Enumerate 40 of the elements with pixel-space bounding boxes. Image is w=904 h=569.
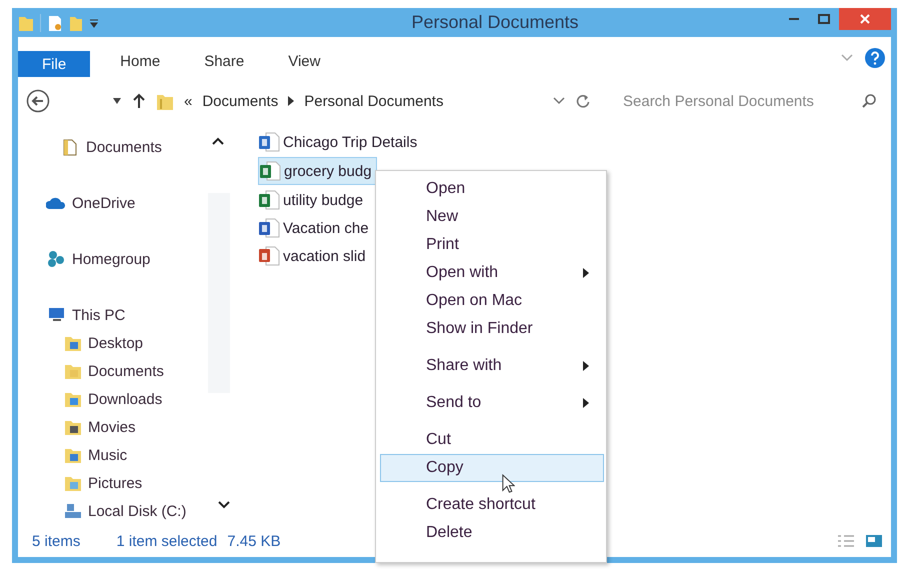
selection-count: 1 item selected: [116, 532, 218, 550]
breadcrumb[interactable]: Documents: [202, 92, 278, 110]
nav-item[interactable]: Documents: [60, 133, 246, 161]
menu-item[interactable]: Open on Mac: [380, 287, 604, 315]
search-field[interactable]: Search Personal Documents: [615, 88, 861, 114]
file-tab[interactable]: File: [18, 51, 90, 77]
ribbon-tab[interactable]: View: [268, 44, 340, 79]
nav-item[interactable]: Desktop: [44, 329, 246, 357]
file-item[interactable]: utility budge: [258, 187, 368, 213]
nav-item[interactable]: Pictures: [44, 469, 246, 497]
file-item[interactable]: Vacation che: [258, 215, 373, 241]
menu-item[interactable]: Open with: [380, 259, 604, 287]
nav-item[interactable]: OneDrive: [46, 189, 246, 217]
selection-size: 7.45 KB: [227, 532, 281, 550]
menu-item[interactable]: Open: [380, 175, 604, 203]
window-title: Personal Documents: [411, 12, 579, 33]
menu-item[interactable]: Show in Finder: [380, 315, 604, 343]
nav-item[interactable]: This PC: [46, 301, 246, 329]
nav-item[interactable]: Movies: [44, 413, 246, 441]
menu-item[interactable]: Copy: [380, 454, 604, 482]
menu-item[interactable]: Create shortcut: [380, 491, 604, 519]
ribbon-tab[interactable]: Share: [184, 44, 264, 79]
menu-item[interactable]: Delete: [380, 519, 604, 547]
nav-item[interactable]: Local Disk (C:): [44, 497, 246, 525]
file-item[interactable]: Chicago Trip Details: [258, 129, 422, 155]
nav-item[interactable]: Documents: [44, 357, 246, 385]
nav-item[interactable]: Downloads: [44, 385, 246, 413]
menu-item[interactable]: New: [380, 203, 604, 231]
item-count: 5 items: [32, 532, 80, 550]
nav-item[interactable]: Homegroup: [46, 245, 246, 273]
file-item[interactable]: grocery budg: [258, 157, 377, 185]
breadcrumb-overflow[interactable]: «: [184, 92, 192, 110]
menu-item[interactable]: Share with: [380, 352, 604, 380]
ribbon-tab[interactable]: Home: [100, 44, 180, 79]
menu-item[interactable]: Send to: [380, 389, 604, 417]
breadcrumb[interactable]: Personal Documents: [304, 92, 444, 110]
menu-item[interactable]: Print: [380, 231, 604, 259]
file-item[interactable]: vacation slid: [258, 243, 370, 269]
menu-item[interactable]: Cut: [380, 426, 604, 454]
nav-item[interactable]: Music: [44, 441, 246, 469]
